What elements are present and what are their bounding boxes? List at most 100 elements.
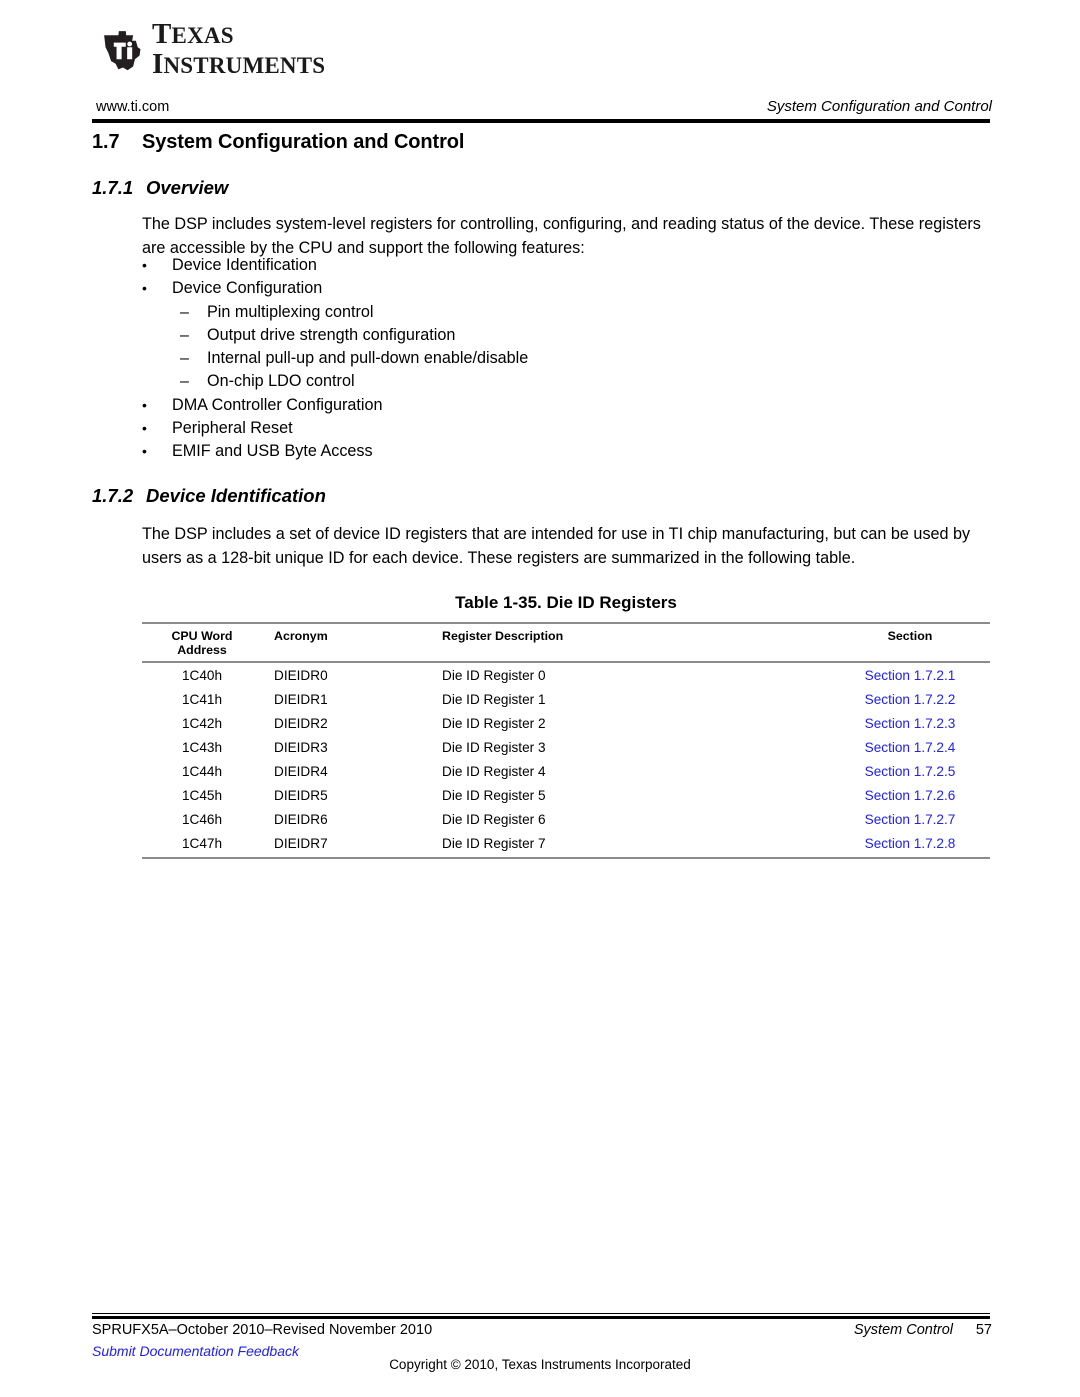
footer-document-id: SPRUFX5A–October 2010–Revised November 2… [92, 1322, 433, 1338]
list-item: • Peripheral Reset [142, 417, 842, 440]
footer-chapter-title: System Control [853, 1322, 953, 1338]
section-title-1-7: System Configuration and Control [142, 131, 465, 153]
ti-logo: TEXAS INSTRUMENTS [100, 18, 325, 80]
ti-logo-wordmark: TEXAS INSTRUMENTS [152, 18, 325, 80]
cell-address: 1C44h [181, 763, 223, 779]
cell-section: Section 1.7.2.8 [830, 831, 990, 859]
bullet-marker-icon: • [142, 396, 147, 413]
header-rule [92, 119, 990, 123]
section-link[interactable]: Section 1.7.2.6 [865, 788, 956, 803]
list-item-label: Internal pull-up and pull-down enable/di… [207, 349, 529, 368]
device-identification-paragraph: The DSP includes a set of device ID regi… [142, 525, 971, 567]
cell-acronym: DIEIDR5 [274, 787, 328, 803]
section-heading-1-7-2: 1.7.2 Device Identification [92, 485, 326, 507]
footer-page-number: 57 [975, 1322, 992, 1338]
cell-section: Section 1.7.2.4 [830, 735, 990, 759]
list-item-label: Device Configuration [172, 279, 323, 298]
cell-acronym: DIEIDR0 [274, 667, 328, 683]
footer-rule-thin [92, 1313, 990, 1314]
list-item: – On-chip LDO control [142, 370, 842, 393]
cell-section: Section 1.7.2.2 [830, 687, 990, 711]
dash-marker-icon: – [180, 373, 189, 391]
cell-acronym: DIEIDR2 [274, 715, 328, 731]
list-item-label: On-chip LDO control [207, 372, 355, 391]
dash-marker-icon: – [180, 350, 189, 368]
cell-section: Section 1.7.2.6 [830, 783, 990, 807]
list-item-label: EMIF and USB Byte Access [172, 442, 373, 461]
table-body: 1C40h DIEIDR0 Die ID Register 0 Section … [142, 662, 990, 859]
column-header-register-description: Register Description [424, 622, 830, 663]
cell-section: Section 1.7.2.7 [830, 807, 990, 831]
cell-description: Die ID Register 3 [442, 739, 546, 755]
list-item-label: DMA Controller Configuration [172, 395, 383, 414]
section-title-1-7-2: Device Identification [146, 485, 326, 506]
table-row: 1C43h DIEIDR3 Die ID Register 3 Section … [142, 735, 990, 759]
section-link[interactable]: Section 1.7.2.2 [865, 692, 956, 707]
list-item: • Device Configuration [142, 277, 842, 300]
section-heading-1-7: 1.7 System Configuration and Control [92, 131, 464, 154]
cell-section: Section 1.7.2.1 [830, 662, 990, 687]
column-header-label: CPU Word [171, 629, 233, 643]
bullet-marker-icon: • [142, 280, 147, 297]
ti-logo-instruments-cap: I [152, 47, 164, 80]
section-title-1-7-1: Overview [146, 177, 229, 198]
ti-texas-logo-icon [100, 27, 146, 73]
dash-marker-icon: – [180, 303, 189, 321]
cell-address: 1C42h [181, 715, 223, 731]
section-link[interactable]: Section 1.7.2.8 [865, 836, 956, 851]
footer-copyright: Copyright © 2010, Texas Instruments Inco… [389, 1357, 691, 1372]
column-header-acronym: Acronym [262, 622, 424, 663]
table-row: 1C44h DIEIDR4 Die ID Register 4 Section … [142, 759, 990, 783]
section-link[interactable]: Section 1.7.2.4 [865, 740, 956, 755]
bullet-marker-icon: • [142, 257, 147, 273]
cell-address: 1C47h [142, 831, 262, 859]
cell-description: Die ID Register 1 [442, 691, 546, 707]
list-item-label: Peripheral Reset [172, 419, 293, 438]
list-item: – Output drive strength configuration [142, 324, 842, 347]
ti-logo-texas-cap: T [152, 18, 172, 50]
section-number-1-7-1: 1.7.1 [92, 177, 134, 198]
cell-description: Die ID Register 6 [442, 811, 546, 827]
cell-description: Die ID Register 5 [442, 787, 546, 803]
list-item-label: Pin multiplexing control [207, 302, 374, 321]
document-page: TEXAS INSTRUMENTS www.ti.com System Conf… [0, 0, 1080, 1397]
cell-description: Die ID Register 4 [442, 763, 546, 779]
list-item-label: Device Identification [172, 256, 317, 274]
cell-acronym: DIEIDR6 [274, 811, 328, 827]
cell-address: 1C40h [181, 667, 223, 683]
ti-logo-texas-rest: EXAS [171, 23, 234, 48]
section-link[interactable]: Section 1.7.2.3 [865, 716, 956, 731]
die-id-registers-table: CPU Word Address Acronym Register Descri… [142, 622, 990, 859]
column-header-section: Section [830, 622, 990, 663]
header-url[interactable]: www.ti.com [96, 99, 169, 115]
footer-rule-thick [92, 1316, 990, 1319]
overview-paragraph: The DSP includes system-level registers … [142, 215, 981, 257]
cell-address: 1C46h [181, 811, 223, 827]
table-caption: Table 1-35. Die ID Registers [455, 593, 677, 612]
section-link[interactable]: Section 1.7.2.1 [865, 668, 956, 683]
bullet-marker-icon: • [142, 420, 147, 437]
list-item: – Internal pull-up and pull-down enable/… [142, 347, 842, 370]
feature-list: • Device Identification • Device Configu… [142, 254, 842, 464]
table-row: 1C42h DIEIDR2 Die ID Register 2 Section … [142, 711, 990, 735]
table-header: CPU Word Address Acronym Register Descri… [142, 622, 990, 663]
section-link[interactable]: Section 1.7.2.7 [865, 812, 956, 827]
table-row: 1C40h DIEIDR0 Die ID Register 0 Section … [142, 662, 990, 687]
column-header-sublabel: Address [177, 643, 227, 657]
table-row: 1C47h DIEIDR7 Die ID Register 7 Section … [142, 831, 990, 859]
cell-section: Section 1.7.2.3 [830, 711, 990, 735]
ti-logo-line-instruments: INSTRUMENTS [152, 47, 325, 80]
list-item: – Pin multiplexing control [142, 301, 842, 324]
cell-address: 1C41h [181, 691, 223, 707]
section-link[interactable]: Section 1.7.2.5 [865, 764, 956, 779]
list-item-label: Output drive strength configuration [207, 325, 456, 344]
table-header-row: CPU Word Address Acronym Register Descri… [142, 622, 990, 663]
bullet-marker-icon: • [142, 443, 147, 460]
list-item: • Device Identification [142, 254, 842, 277]
list-item: • EMIF and USB Byte Access [142, 440, 842, 463]
cell-acronym: DIEIDR3 [274, 739, 328, 755]
section-number-1-7: 1.7 [92, 131, 120, 153]
ti-logo-line-texas: TEXAS [152, 18, 325, 50]
column-header-cpu-word-address: CPU Word Address [142, 622, 262, 663]
cell-acronym: DIEIDR4 [274, 763, 328, 779]
